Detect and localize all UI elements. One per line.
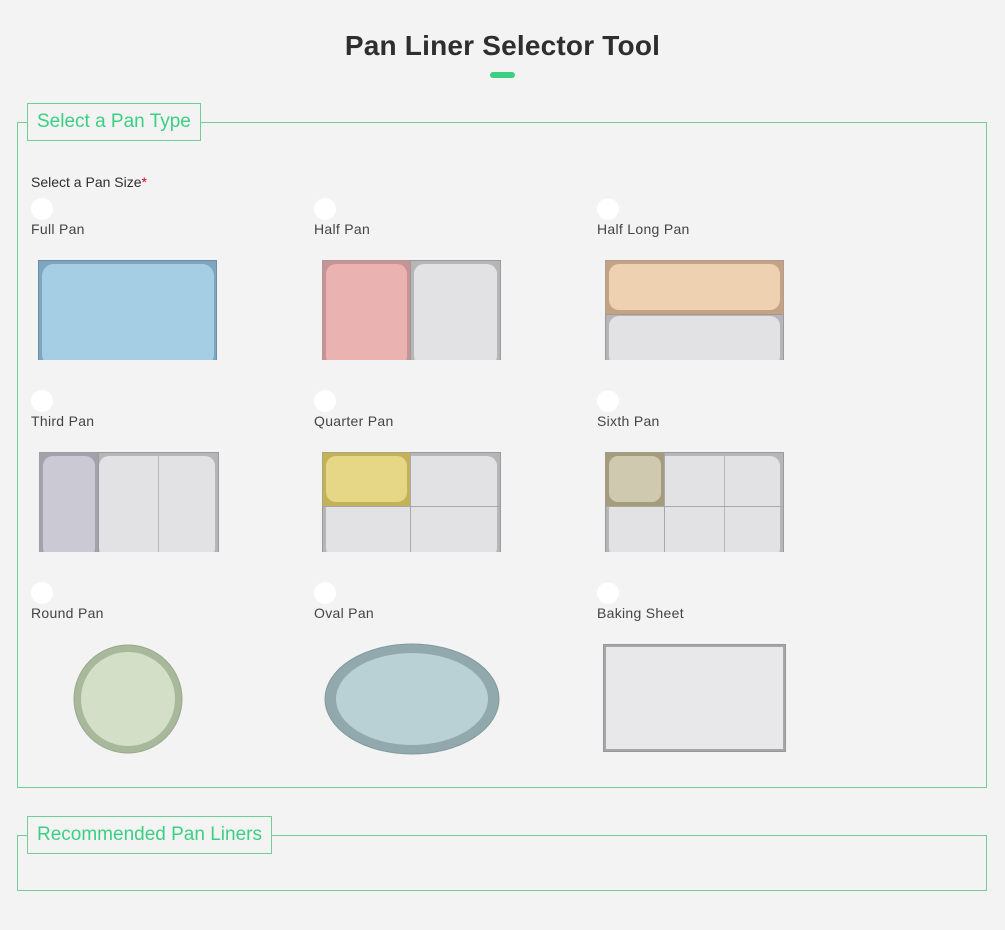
radio-full-pan[interactable] (31, 198, 53, 220)
pan-option-half-long[interactable]: Half Long Pan (597, 198, 857, 378)
radio-quarter-pan[interactable] (314, 390, 336, 412)
pan-option-third[interactable]: Third Pan (31, 390, 291, 570)
half-long-pan-icon[interactable] (605, 248, 785, 360)
radio-third-pan[interactable] (31, 390, 53, 412)
pan-option-oval[interactable]: Oval Pan (314, 582, 574, 762)
radio-oval-pan[interactable] (314, 582, 336, 604)
baking-sheet-icon[interactable] (603, 632, 787, 756)
full-pan-icon[interactable] (38, 248, 218, 360)
radio-baking-sheet[interactable] (597, 582, 619, 604)
round-pan-icon[interactable] (73, 632, 185, 756)
pan-option-quarter[interactable]: Quarter Pan (314, 390, 574, 570)
required-marker: * (141, 174, 147, 190)
radio-half-long-pan[interactable] (597, 198, 619, 220)
oval-pan-icon[interactable] (324, 632, 502, 756)
half-pan-icon[interactable] (322, 248, 502, 360)
pan-option-full[interactable]: Full Pan (31, 198, 291, 378)
third-pan-icon[interactable] (39, 440, 221, 552)
recommended-liners-legend: Recommended Pan Liners (27, 816, 272, 854)
pan-type-legend: Select a Pan Type (27, 103, 201, 141)
option-label-sixth-pan: Sixth Pan (597, 413, 660, 429)
sixth-pan-icon[interactable] (605, 440, 785, 552)
radio-half-pan[interactable] (314, 198, 336, 220)
radio-round-pan[interactable] (31, 582, 53, 604)
option-label-half-pan: Half Pan (314, 221, 371, 237)
option-label-half-long-pan: Half Long Pan (597, 221, 690, 237)
option-label-oval-pan: Oval Pan (314, 605, 374, 621)
pan-option-sixth[interactable]: Sixth Pan (597, 390, 857, 570)
option-label-third-pan: Third Pan (31, 413, 95, 429)
pan-option-half[interactable]: Half Pan (314, 198, 574, 378)
pan-option-baking-sheet[interactable]: Baking Sheet (597, 582, 857, 762)
pan-size-label-text: Select a Pan Size (31, 174, 142, 190)
page-title: Pan Liner Selector Tool (344, 30, 661, 61)
pan-size-label: Select a Pan Size* (31, 174, 147, 190)
title-underline (490, 72, 515, 78)
option-label-quarter-pan: Quarter Pan (314, 413, 394, 429)
radio-sixth-pan[interactable] (597, 390, 619, 412)
option-label-baking-sheet: Baking Sheet (597, 605, 684, 621)
recommended-liners-fieldset: Recommended Pan Liners (17, 816, 987, 891)
quarter-pan-icon[interactable] (322, 440, 502, 552)
option-label-full-pan: Full Pan (31, 221, 85, 237)
pan-option-round[interactable]: Round Pan (31, 582, 291, 762)
option-label-round-pan: Round Pan (31, 605, 104, 621)
